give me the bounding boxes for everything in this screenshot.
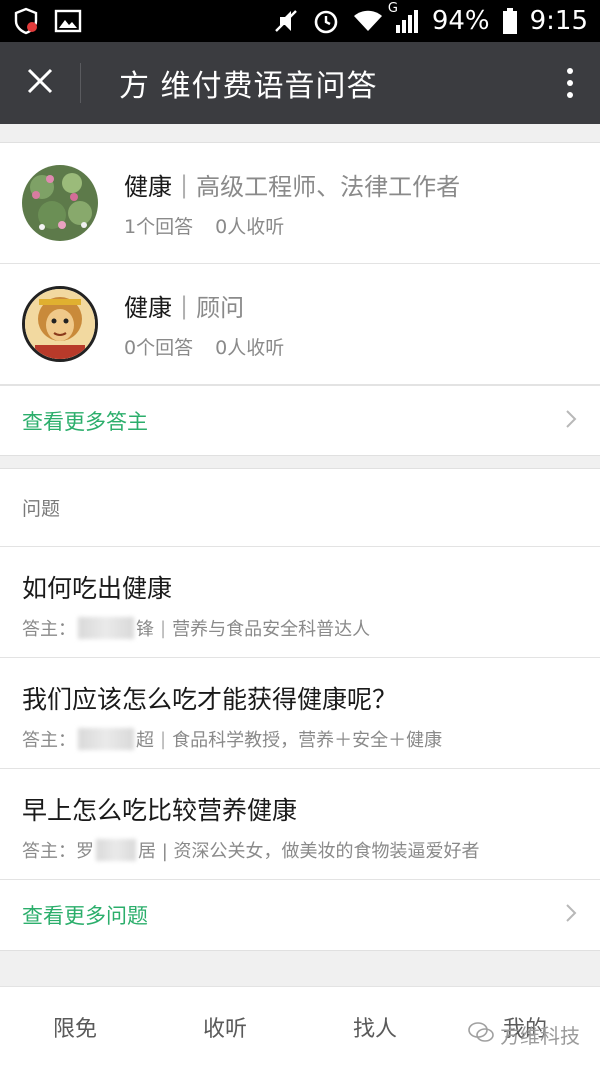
answerers-card: 健康 | 高级工程师、法律工作者 1个回答 0人收听 健康 | 顾问 0个回答 …	[0, 142, 600, 456]
answerer-desc: 食品科学教授，营养＋安全＋健康	[172, 730, 443, 751]
answerer-item[interactable]: 健康 | 顾问 0个回答 0人收听	[0, 264, 600, 385]
questions-header: 问题	[0, 469, 600, 547]
content: 健康 | 高级工程师、法律工作者 1个回答 0人收听 健康 | 顾问 0个回答 …	[0, 124, 600, 951]
blurred-name	[78, 617, 134, 639]
answer-count: 1个回答	[124, 216, 194, 238]
question-item[interactable]: 如何吃出健康 答主： 锋 | 营养与食品安全科普达人	[0, 547, 600, 658]
wifi-icon	[352, 7, 382, 35]
close-icon	[25, 66, 55, 100]
tab-listen[interactable]: 收听	[150, 1011, 300, 1043]
question-title: 如何吃出健康	[22, 574, 173, 603]
clock: 9:15	[529, 6, 588, 36]
name-visible: 锋	[136, 619, 154, 640]
alarm-icon	[312, 7, 340, 35]
top-strip	[0, 124, 600, 142]
separator: |	[160, 728, 167, 750]
listener-count: 0人收听	[215, 337, 285, 359]
listener-count: 0人收听	[215, 216, 285, 238]
answer-count: 0个回答	[124, 337, 194, 359]
title-divider	[80, 63, 81, 103]
name-visible: 超	[136, 730, 154, 751]
separator: |	[160, 617, 167, 639]
more-vertical-icon[interactable]	[540, 42, 600, 124]
image-icon	[54, 7, 82, 35]
mute-icon	[272, 7, 300, 35]
answerer-name: 健康	[124, 173, 172, 201]
more-answerers-label: 查看更多答主	[22, 409, 148, 434]
page-title: 方 维付费语音问答	[119, 69, 378, 104]
watermark: 方维科技	[468, 1020, 580, 1049]
avatar	[22, 165, 98, 241]
answerer-prefix: 答主：	[22, 841, 76, 862]
tab-find-people[interactable]: 找人	[300, 1011, 450, 1043]
section-gap	[0, 456, 600, 468]
status-bar: G 94% 9:15	[0, 0, 600, 42]
answerer-desc: 居 | 资深公关女，做美妆的食物装逼爱好者	[138, 841, 480, 862]
questions-card: 问题 如何吃出健康 答主： 锋 | 营养与食品安全科普达人 我们应该怎么吃才能获…	[0, 468, 600, 951]
more-questions-link[interactable]: 查看更多问题	[0, 880, 600, 950]
answerer-prefix: 答主：	[22, 730, 76, 751]
answerer-title: 高级工程师、法律工作者	[196, 173, 461, 201]
separator: |	[180, 170, 189, 199]
answerer-desc: 营养与食品安全科普达人	[172, 619, 371, 640]
answerer-name: 健康	[124, 294, 172, 322]
question-title: 早上怎么吃比较营养健康	[22, 796, 298, 825]
close-button[interactable]	[0, 42, 80, 124]
question-title: 我们应该怎么吃才能获得健康呢？	[22, 685, 398, 714]
more-answerers-link[interactable]: 查看更多答主	[0, 385, 600, 455]
chevron-right-icon	[564, 902, 578, 928]
tab-free[interactable]: 限免	[0, 1011, 150, 1043]
chevron-right-icon	[564, 408, 578, 434]
title-bar: 方 维付费语音问答	[0, 42, 600, 124]
answerer-title: 顾问	[196, 294, 245, 322]
name-visible: 罗	[76, 841, 94, 862]
separator: |	[180, 291, 189, 320]
shield-app-icon	[12, 7, 40, 35]
blurred-name	[78, 728, 134, 750]
answerer-prefix: 答主：	[22, 619, 76, 640]
avatar	[22, 286, 98, 362]
signal-icon: G	[388, 1, 420, 35]
question-item[interactable]: 早上怎么吃比较营养健康 答主： 罗 居 | 资深公关女，做美妆的食物装逼爱好者	[0, 769, 600, 880]
network-type-label: G	[387, 1, 398, 16]
question-item[interactable]: 我们应该怎么吃才能获得健康呢？ 答主： 超 | 食品科学教授，营养＋安全＋健康	[0, 658, 600, 769]
battery-icon	[502, 7, 518, 35]
watermark-text: 方维科技	[500, 1024, 580, 1048]
blurred-name	[96, 839, 136, 861]
answerer-item[interactable]: 健康 | 高级工程师、法律工作者 1个回答 0人收听	[0, 143, 600, 264]
more-questions-label: 查看更多问题	[22, 904, 148, 928]
wechat-icon	[468, 1021, 494, 1048]
battery-percent: 94%	[431, 6, 490, 36]
